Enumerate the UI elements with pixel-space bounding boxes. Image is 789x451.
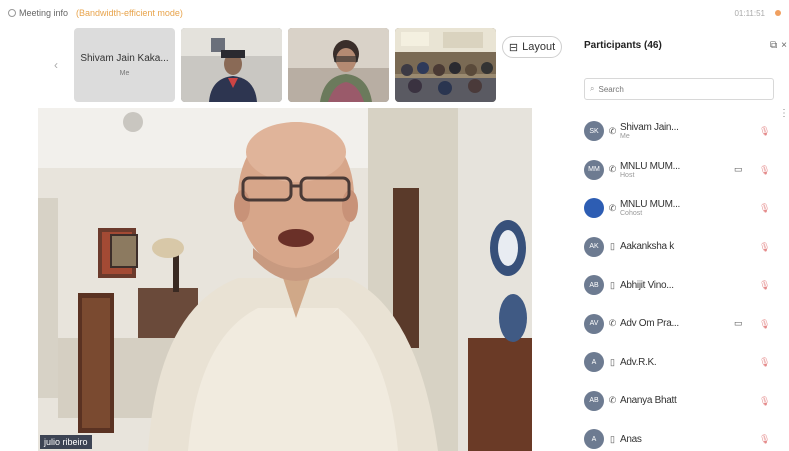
recording-indicator-icon (775, 10, 781, 16)
bandwidth-mode-label: (Bandwidth-efficient mode) (76, 8, 183, 18)
main-speaker-video[interactable]: julio ribeiro (38, 108, 532, 451)
speaker-name-tag: julio ribeiro (40, 435, 92, 449)
mic-muted-icon[interactable]: 🎙 (759, 280, 770, 291)
meeting-timer: 01:11:51 (734, 9, 765, 18)
top-bar: Meeting info (Bandwidth-efficient mode) (0, 0, 789, 26)
participant-role: Me (620, 133, 630, 141)
phone-icon: ✆ (608, 318, 617, 329)
phone-icon: ✆ (608, 395, 617, 406)
thumbnail-prev-icon[interactable]: ‹ (54, 58, 58, 72)
avatar: MM (584, 159, 604, 180)
thumbnail-video-man[interactable] (181, 28, 282, 102)
speaker-video-frame (38, 108, 532, 451)
participant-name: MNLU MUM... (620, 160, 681, 172)
participant-role: Cohost (620, 210, 643, 218)
avatar: AK (584, 236, 604, 257)
avatar (584, 198, 604, 219)
search-input[interactable] (598, 84, 749, 94)
participant-name: MNLU MUM... (620, 199, 681, 211)
avatar: AV (584, 313, 604, 334)
participant-name: Anas (620, 433, 642, 445)
meeting-window: Meeting info (Bandwidth-efficient mode) … (0, 0, 789, 451)
desktop-icon: ▯ (610, 279, 615, 290)
layout-icon: ⊟ (508, 41, 519, 54)
participant-row[interactable]: ✆ MNLU MUM... Cohost 🎙 (584, 189, 784, 228)
participant-name: Adv Om Pra... (620, 318, 679, 330)
mic-muted-icon[interactable]: 🎙 (759, 396, 770, 407)
avatar: SK (584, 121, 604, 142)
thumbnail-name: Shivam Jain Kaka... (80, 53, 169, 64)
meeting-info-button[interactable]: Meeting info (8, 8, 68, 18)
camera-icon[interactable]: ▭ (734, 318, 743, 329)
close-icon[interactable]: × (781, 40, 787, 51)
desktop-icon: ▯ (610, 241, 615, 252)
mic-muted-icon[interactable]: 🎙 (759, 165, 770, 176)
search-icon: ⌕ (590, 84, 595, 93)
participant-role: Host (620, 171, 635, 179)
desktop-icon: ▯ (610, 356, 615, 367)
participant-list: SK ✆ Shivam Jain... Me 🎙 MM ✆ MNLU MUM...… (584, 112, 784, 451)
mic-muted-icon[interactable]: 🎙 (759, 319, 770, 330)
participants-title: Participants (46) (584, 40, 662, 51)
avatar: AB (584, 275, 604, 296)
participant-row[interactable]: AV ✆ Adv Om Pra... ▭ 🎙 (584, 305, 784, 344)
mic-muted-icon[interactable]: 🎙 (759, 357, 770, 368)
desktop-icon: ▯ (610, 433, 615, 444)
layout-button[interactable]: ⊟ Layout (502, 36, 562, 58)
layout-label: Layout (522, 41, 556, 53)
camera-icon[interactable]: ▭ (734, 164, 743, 175)
avatar: A (584, 352, 604, 373)
participant-row[interactable]: AB ▯ Abhijit Vino... 🎙 (584, 266, 784, 305)
participant-row[interactable]: AK ▯ Aakanksha k 🎙 (584, 228, 784, 267)
phone-icon: ✆ (608, 202, 617, 213)
panel-actions: ⧉ × (770, 40, 787, 51)
participant-row[interactable]: MM ✆ MNLU MUM... Host ▭ 🎙 (584, 151, 784, 190)
thumbnail-video-room[interactable] (395, 28, 496, 102)
participant-name: Aakanksha k (620, 241, 674, 253)
thumbnail-video-woman[interactable] (288, 28, 389, 102)
avatar: A (584, 429, 604, 450)
participant-name: Ananya Bhatt (620, 395, 677, 407)
avatar: AB (584, 390, 604, 411)
thumbnail-sub: Me (119, 70, 130, 77)
phone-icon: ✆ (608, 125, 617, 136)
info-icon (8, 9, 16, 17)
video-thumbnail-strip: Shivam Jain Kaka... Me (74, 28, 496, 102)
participant-name: Abhijit Vino... (620, 279, 674, 291)
participant-row[interactable]: A ▯ Anas 🎙 (584, 420, 784, 451)
participant-name: Shivam Jain... (620, 122, 679, 134)
mic-muted-icon[interactable]: 🎙 (759, 126, 770, 137)
participant-search[interactable]: ⌕ (584, 78, 774, 100)
participant-row[interactable]: SK ✆ Shivam Jain... Me 🎙 (584, 112, 784, 151)
mic-muted-icon[interactable]: 🎙 (759, 242, 770, 253)
participant-row[interactable]: AB ✆ Ananya Bhatt 🎙 (584, 382, 784, 421)
meeting-info-label: Meeting info (19, 8, 69, 18)
thumbnail-self[interactable]: Shivam Jain Kaka... Me (74, 28, 175, 102)
participants-panel: Participants (46) ⧉ × ⌕ ⋮ SK ✆ Shivam Ja… (578, 28, 789, 451)
participant-row[interactable]: A ▯ Adv.R.K. 🎙 (584, 343, 784, 382)
popout-icon[interactable]: ⧉ (770, 40, 777, 51)
participant-name: Adv.R.K. (620, 356, 657, 368)
mic-muted-icon[interactable]: 🎙 (759, 434, 770, 445)
mic-muted-icon[interactable]: 🎙 (759, 203, 770, 214)
phone-icon: ✆ (608, 164, 617, 175)
